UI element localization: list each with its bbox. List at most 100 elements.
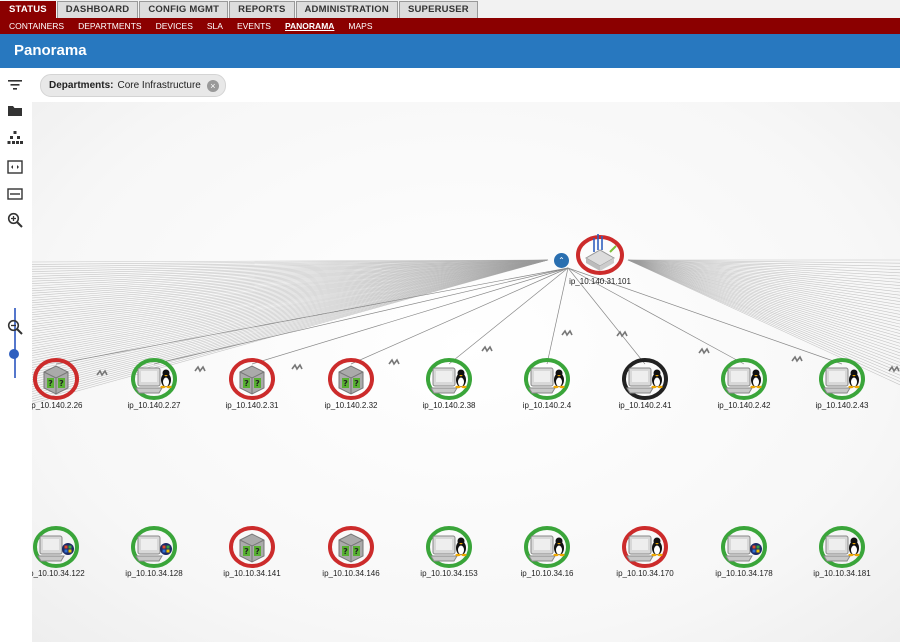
page-header: Panorama [0, 34, 900, 68]
link-indicator-icon [888, 365, 900, 373]
svg-text:?: ? [343, 547, 348, 556]
left-toolbar [0, 68, 33, 642]
svg-text:?: ? [354, 379, 359, 388]
folder-icon[interactable] [6, 102, 24, 120]
device-node[interactable]: ip_10.10.34.153 [419, 522, 479, 578]
fit-to-screen-icon[interactable] [6, 158, 24, 176]
zoom-in-icon[interactable] [6, 211, 24, 229]
node-label: ip_10.140.2.32 [324, 401, 378, 410]
link-indicator-icon [388, 358, 400, 366]
link-indicator-icon [791, 355, 803, 363]
device-node[interactable]: ip_10.140.2.38 [419, 354, 479, 410]
linux-server-icon [426, 526, 472, 568]
node-label: ip_10.10.34.153 [420, 569, 478, 578]
root-node[interactable]: ip_10.140.31.101 [560, 230, 640, 286]
node-label: ip_10.10.34.141 [223, 569, 281, 578]
subnav-devices[interactable]: DEVICES [156, 21, 193, 31]
remove-filter-icon[interactable]: × [206, 79, 219, 92]
node-label: ip_10.10.34.128 [125, 569, 183, 578]
node-label: ip_10.10.34.146 [322, 569, 380, 578]
department-filter-chip[interactable]: Departments: Core Infrastructure × [40, 74, 226, 97]
filter-value: Core Infrastructure [117, 80, 201, 91]
tab-reports[interactable]: REPORTS [229, 1, 295, 18]
tab-config-mgmt[interactable]: CONFIG MGMT [139, 1, 229, 18]
node-label: ip_10.10.34.178 [715, 569, 773, 578]
node-label: ip_10.140.2.42 [717, 401, 771, 410]
linux-server-icon [524, 526, 570, 568]
node-label: ip_10.10.34.181 [813, 569, 871, 578]
hierarchy-icon[interactable] [6, 129, 24, 147]
tab-dashboard[interactable]: DASHBOARD [56, 1, 139, 18]
subnav-panorama[interactable]: PANORAMA [285, 21, 334, 31]
unknown-device-icon: ? ? [229, 358, 275, 400]
panorama-canvas[interactable]: ip_10.140.31.101 ⌃ ? ? ip_10.140.2.26 ip… [32, 102, 900, 642]
linux-server-icon [524, 358, 570, 400]
node-label: ip_10.10.34.122 [32, 569, 85, 578]
node-label: ip_10.140.2.31 [225, 401, 279, 410]
linux-server-icon [819, 358, 865, 400]
device-node[interactable]: ip_10.10.34.178 [714, 522, 774, 578]
device-node[interactable]: ip_10.140.2.4 [517, 354, 577, 410]
link-indicator-icon [291, 363, 303, 371]
link-indicator-icon [698, 347, 710, 355]
fit-width-icon[interactable] [6, 185, 24, 203]
tab-superuser[interactable]: SUPERUSER [398, 1, 478, 18]
node-label: ip_10.10.34.16 [520, 569, 574, 578]
device-node[interactable]: ip_10.140.2.41 [615, 354, 675, 410]
svg-text:?: ? [48, 379, 53, 388]
linux-server-icon [721, 358, 767, 400]
unknown-device-icon: ? ? [328, 358, 374, 400]
subnav-departments[interactable]: DEPARTMENTS [78, 21, 141, 31]
svg-text:?: ? [255, 547, 260, 556]
device-node[interactable]: ip_10.140.2.27 [124, 354, 184, 410]
unknown-device-icon: ? ? [229, 526, 275, 568]
router-icon [576, 234, 624, 275]
node-label: ip_10.140.2.4 [522, 401, 572, 410]
device-node[interactable]: ip_10.10.34.128 [124, 522, 184, 578]
subnav-events[interactable]: EVENTS [237, 21, 271, 31]
node-label: ip_10.140.31.101 [569, 277, 631, 286]
device-node[interactable]: ? ? ip_10.140.2.32 [321, 354, 381, 410]
collapse-chevrons-icon[interactable]: ⌃ [554, 253, 569, 268]
filter-key: Departments: [49, 80, 114, 91]
device-node[interactable]: ip_10.10.34.181 [812, 522, 872, 578]
svg-text:?: ? [244, 379, 249, 388]
device-node[interactable]: ? ? ip_10.140.2.26 [32, 354, 86, 410]
subnav-containers[interactable]: CONTAINERS [9, 21, 64, 31]
device-node[interactable]: ip_10.140.2.42 [714, 354, 774, 410]
link-indicator-icon [194, 365, 206, 373]
linux-server-icon [622, 526, 668, 568]
page-title: Panorama [14, 42, 87, 59]
device-node[interactable]: ip_10.10.34.170 [615, 522, 675, 578]
unknown-device-icon: ? ? [328, 526, 374, 568]
subnav-sla[interactable]: SLA [207, 21, 223, 31]
device-node[interactable]: ? ? ip_10.10.34.146 [321, 522, 381, 578]
sub-nav: CONTAINERS DEPARTMENTS DEVICES SLA EVENTS PAN… [0, 18, 900, 34]
node-label: ip_10.140.2.26 [32, 401, 83, 410]
tab-status[interactable]: STATUS [0, 1, 56, 18]
zoom-out-icon[interactable] [6, 318, 24, 336]
link-indicator-icon [481, 345, 493, 353]
device-node[interactable]: ip_10.140.2.43 [812, 354, 872, 410]
device-node[interactable]: ? ? ip_10.140.2.31 [222, 354, 282, 410]
top-nav: STATUS DASHBOARD CONFIG MGMT REPORTS ADMINIS… [0, 0, 900, 19]
filter-bar: Departments: Core Infrastructure × [32, 68, 900, 102]
node-label: ip_10.140.2.27 [127, 401, 181, 410]
zoom-slider-handle[interactable] [9, 348, 19, 359]
svg-text:?: ? [354, 547, 359, 556]
device-node[interactable]: ip_10.10.34.122 [32, 522, 86, 578]
windows-server-icon [721, 526, 767, 568]
svg-text:?: ? [255, 379, 260, 388]
svg-text:?: ? [59, 379, 64, 388]
svg-text:?: ? [244, 547, 249, 556]
tab-administration[interactable]: ADMINISTRATION [295, 1, 398, 18]
node-label: ip_10.140.2.38 [422, 401, 476, 410]
filter-icon[interactable] [6, 76, 24, 94]
linux-server-icon [426, 358, 472, 400]
device-node[interactable]: ip_10.10.34.16 [517, 522, 577, 578]
svg-text:?: ? [343, 379, 348, 388]
unknown-device-icon: ? ? [33, 358, 79, 400]
linux-server-icon [131, 358, 177, 400]
subnav-maps[interactable]: MAPS [348, 21, 372, 31]
device-node[interactable]: ? ? ip_10.10.34.141 [222, 522, 282, 578]
